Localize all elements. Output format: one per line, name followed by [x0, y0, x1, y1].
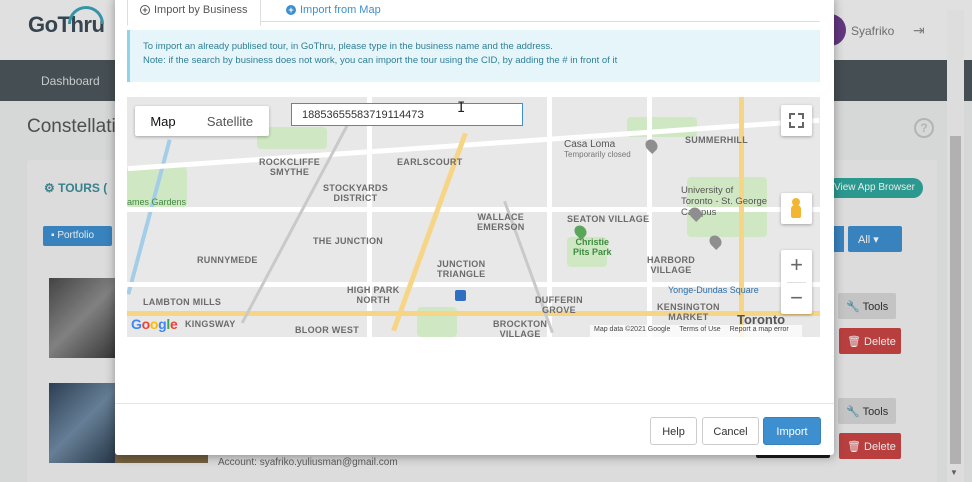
fullscreen-icon	[798, 122, 804, 128]
map-label: STOCKYARDS DISTRICT	[323, 183, 389, 203]
zoom-control: + −	[781, 250, 812, 314]
terms-of-use-link[interactable]: Terms of Use	[679, 326, 720, 333]
modal-tabs: + Import by Business + Import from Map	[127, 0, 820, 26]
map-type-satellite-button[interactable]: Satellite	[191, 106, 269, 136]
modal-footer: Help Cancel Import	[115, 403, 834, 455]
tab-label: Import by Business	[154, 4, 248, 16]
pegman-icon	[791, 205, 801, 218]
map-label: JUNCTION TRIANGLE	[437, 259, 486, 279]
subway-station-icon	[455, 290, 466, 301]
zoom-in-button[interactable]: +	[781, 250, 812, 281]
help-button[interactable]: Help	[650, 417, 697, 445]
fullscreen-button[interactable]	[781, 105, 812, 136]
map-pin-icon	[643, 137, 660, 154]
map-label: ROCKCLIFFE SMYTHE	[259, 157, 320, 177]
text-cursor-icon: I	[457, 100, 466, 116]
map-label: THE JUNCTION	[313, 236, 384, 246]
map-type-control: Map Satellite	[135, 106, 269, 136]
map-attribution: Map data ©2021 Google Terms of Use Report …	[590, 325, 802, 337]
map-label: EARLSCOURT	[397, 157, 463, 167]
business-search-input[interactable]	[291, 103, 523, 126]
report-map-error-link[interactable]: Report a map error	[730, 326, 789, 333]
map-label: RUNNYMEDE	[197, 255, 258, 265]
info-line-1: To import an already publised tour, in G…	[143, 41, 553, 52]
info-line-2: Note: if the search by business does not…	[143, 55, 618, 66]
map-poi-label: Yonge-Dundas Square	[668, 285, 759, 295]
street-view-pegman[interactable]	[781, 193, 812, 224]
map-label: WALLACE EMERSON	[477, 212, 525, 232]
map-label: SEATON VILLAGE	[567, 214, 650, 224]
import-button[interactable]: Import	[763, 417, 821, 445]
import-tour-modal: + Import by Business + Import from Map To …	[115, 0, 834, 455]
map-label: HIGH PARK NORTH	[347, 285, 400, 305]
map-poi-label: Casa Loma	[564, 139, 616, 150]
fullscreen-icon	[789, 113, 795, 119]
fullscreen-icon	[789, 122, 795, 128]
map-park-label: ames Gardens	[127, 197, 187, 207]
map-label: DUFFERIN GROVE	[535, 295, 583, 315]
info-alert: To import an already publised tour, in G…	[127, 30, 820, 82]
plus-circle-icon: +	[286, 5, 296, 15]
map-label: HARBORD VILLAGE	[647, 255, 696, 275]
map-label: BROCKTON VILLAGE	[493, 319, 548, 337]
zoom-out-button[interactable]: −	[781, 283, 812, 314]
tab-import-from-map[interactable]: + Import from Map	[274, 0, 393, 26]
map-label: KENSINGTON MARKET	[657, 302, 720, 322]
map-label: SUMMERHILL	[685, 135, 748, 145]
tab-import-by-business[interactable]: + Import by Business	[127, 0, 261, 26]
tab-label: Import from Map	[300, 4, 381, 16]
map-label: KINGSWAY	[185, 319, 236, 329]
plus-circle-icon: +	[140, 5, 150, 15]
map-poi-status: Temporarily closed	[564, 150, 631, 159]
map-label: BLOOR WEST	[295, 325, 359, 335]
map-data-label: Map data ©2021 Google	[594, 326, 671, 333]
google-logo[interactable]: Google	[131, 316, 178, 332]
map-type-map-button[interactable]: Map	[135, 106, 191, 136]
map-park-label: Christie Pits Park	[573, 237, 612, 257]
cancel-button[interactable]: Cancel	[702, 417, 759, 445]
fullscreen-icon	[798, 113, 804, 119]
google-map[interactable]: ROCKCLIFFE SMYTHE EARLSCOURT STOCKYARDS …	[127, 97, 820, 337]
map-label: LAMBTON MILLS	[143, 297, 222, 307]
